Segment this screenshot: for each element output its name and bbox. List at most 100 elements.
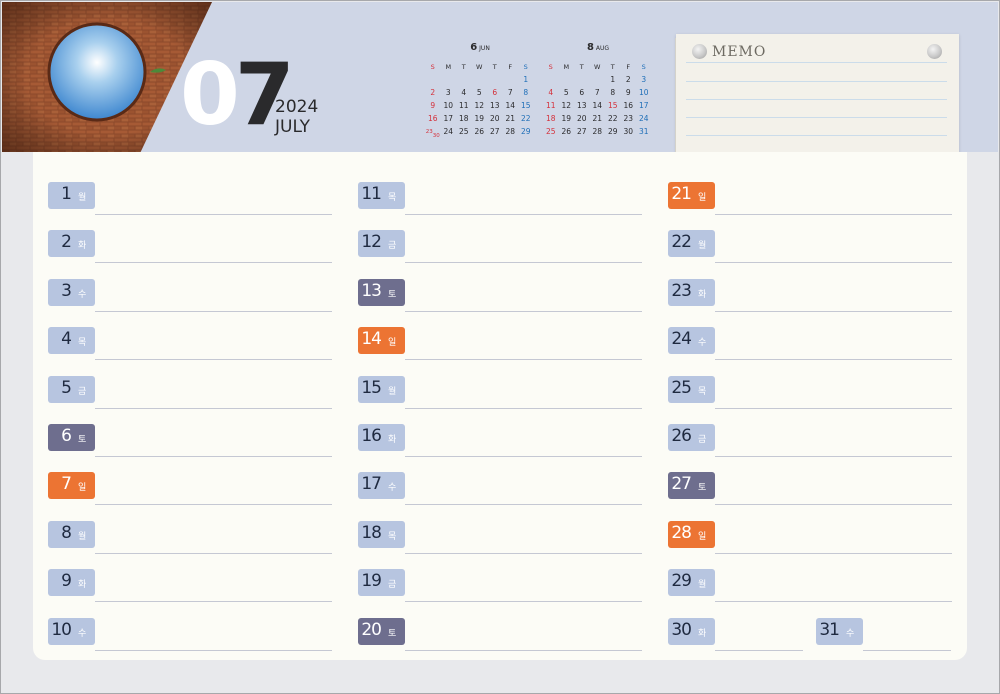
writing-line xyxy=(405,601,642,603)
writing-line xyxy=(95,552,332,554)
mini-day-cell: 6 xyxy=(492,88,498,97)
writing-line xyxy=(95,310,332,312)
memo-line xyxy=(686,117,947,118)
mini-day-cell: 6 xyxy=(579,88,585,97)
mini-day-cell: 16 xyxy=(623,101,634,110)
memo-line xyxy=(686,99,947,100)
mini-day-cell: 10 xyxy=(443,101,454,110)
writing-line xyxy=(405,407,642,409)
day-weekday: 일 xyxy=(78,483,87,494)
day-weekday: 월 xyxy=(388,386,397,397)
mini-day-cell: 20 xyxy=(576,114,587,123)
day-badge: 3수 xyxy=(48,278,95,306)
day-badge: 16 화 xyxy=(358,424,405,451)
day-badge: 29 월 xyxy=(668,569,715,597)
mini-day-cell: 1 xyxy=(610,75,616,84)
day-badge: 15 월 xyxy=(358,375,405,403)
mini-weekday-header: T xyxy=(579,63,584,71)
day-badge: 1월 xyxy=(48,182,95,209)
day-number: 15 xyxy=(361,377,382,398)
memo-note[interactable]: MEMO xyxy=(676,34,959,160)
mini-day-cell: 9 xyxy=(625,88,631,97)
mini-day-cell: 13 xyxy=(576,101,587,110)
day-weekday: 화 xyxy=(78,241,87,252)
day-number: 12 xyxy=(361,232,382,253)
day-weekday: 일 xyxy=(698,531,707,542)
day-weekday: 화 xyxy=(78,580,87,591)
mini-day-cell: 3 xyxy=(445,88,451,97)
memo-line xyxy=(686,62,947,63)
writing-line xyxy=(95,601,332,603)
mini-weekday-header: W xyxy=(476,63,483,71)
writing-line xyxy=(95,214,332,215)
day-badge: 28 일 xyxy=(668,520,715,548)
mini-day-cell: 25 xyxy=(545,127,556,136)
mini-day-cell: 17 xyxy=(443,114,454,123)
day-number: 7 xyxy=(61,474,72,495)
mini-weekday-header: F xyxy=(626,63,631,71)
day-number: 4 xyxy=(61,329,72,350)
day-weekday: 월 xyxy=(78,531,87,542)
mini-day-cell: 7 xyxy=(594,88,600,97)
day-number: 9 xyxy=(61,571,72,592)
pushpin-icon xyxy=(927,44,942,59)
writing-line xyxy=(715,407,952,409)
mini-calendar-august: 8 AUG S M T W T F S 1 2 3 4 5 6 7 8 9 10 11 12 13 14 15 16 17 18 1… xyxy=(543,42,653,142)
writing-line xyxy=(715,552,952,554)
day-weekday: 수 xyxy=(388,483,397,494)
day-badge: 8월 xyxy=(48,520,95,548)
mini-day-cell: 26 xyxy=(474,127,485,136)
month-name: JULY xyxy=(275,117,311,137)
month-number-digit-0: 0 xyxy=(180,45,240,145)
mini-day-cell: 25 xyxy=(458,127,469,136)
month-number: 07 xyxy=(180,52,295,138)
day-number: 17 xyxy=(361,474,382,495)
mini-day-cell: 21 xyxy=(505,114,516,123)
mini-day-cell: 12 xyxy=(561,101,572,110)
day-number: 20 xyxy=(361,619,382,640)
day-number: 25 xyxy=(671,377,692,398)
mini-day-cell: 21 xyxy=(592,114,603,123)
day-badge: 31 수 xyxy=(816,617,863,645)
day-badge: 2화 xyxy=(48,230,95,258)
pushpin-icon xyxy=(692,44,707,59)
day-weekday: 수 xyxy=(846,628,855,639)
day-badge: 13 토 xyxy=(358,278,405,306)
writing-line xyxy=(95,456,332,457)
day-weekday: 금 xyxy=(388,580,397,591)
mini-weekday-header: T xyxy=(492,63,497,71)
day-number: 3 xyxy=(61,280,72,301)
mini-day-cell: 29 xyxy=(520,127,531,136)
day-weekday: 수 xyxy=(698,338,707,349)
day-weekday: 토 xyxy=(388,289,397,300)
day-number: 23 xyxy=(671,280,692,301)
day-weekday: 수 xyxy=(78,289,87,300)
day-weekday: 월 xyxy=(698,580,707,591)
year-label: 2024 xyxy=(275,97,319,117)
day-number: 1 xyxy=(61,184,72,204)
mini-day-cell: 24 xyxy=(638,114,649,123)
day-badge: 6토 xyxy=(48,424,95,451)
day-badge: 24 수 xyxy=(668,327,715,355)
day-number: 24 xyxy=(671,329,692,350)
day-badge: 14 일 xyxy=(358,327,405,355)
mini-day-cell: 4 xyxy=(548,88,554,97)
mini-weekday-header: T xyxy=(610,63,615,71)
day-badge: 19 금 xyxy=(358,569,405,597)
day-number: 10 xyxy=(51,619,72,640)
day-number: 29 xyxy=(671,571,692,592)
mini-day-cell: 16 xyxy=(427,114,438,123)
mini-day-cell: 18 xyxy=(458,114,469,123)
mini-day-cell: 30 xyxy=(623,127,634,136)
mini-day-cell: 10 xyxy=(638,88,649,97)
day-number: 19 xyxy=(361,571,382,592)
memo-title: MEMO xyxy=(712,44,767,60)
mini-day-cell: 14 xyxy=(505,101,516,110)
day-number: 16 xyxy=(361,426,382,446)
day-weekday: 토 xyxy=(388,628,397,639)
mini-day-cell: 2330 xyxy=(425,129,440,139)
day-number: 30 xyxy=(671,619,692,640)
day-weekday: 목 xyxy=(388,193,397,203)
day-badge: 11 목 xyxy=(358,182,405,209)
day-badge: 18 목 xyxy=(358,520,405,548)
